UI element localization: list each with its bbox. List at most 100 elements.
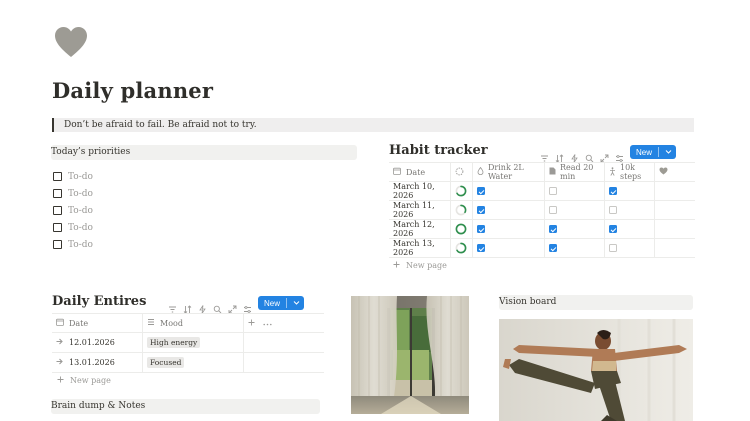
column-progress[interactable] xyxy=(451,163,473,181)
water-checkbox-cell[interactable] xyxy=(473,182,545,200)
column-steps[interactable]: 10k steps xyxy=(605,163,655,181)
date-cell[interactable]: March 11, 2026 xyxy=(389,201,451,219)
mood-tag[interactable]: Focused xyxy=(147,357,185,368)
water-checkbox[interactable] xyxy=(477,206,485,214)
steps-checkbox[interactable] xyxy=(609,206,617,214)
new-button-label[interactable]: New xyxy=(636,148,652,157)
favorite-cell[interactable] xyxy=(655,239,695,257)
read-checkbox-cell[interactable] xyxy=(545,201,605,219)
todo-checkbox[interactable] xyxy=(53,240,62,249)
new-button-label[interactable]: New xyxy=(264,299,280,308)
todo-item[interactable]: To-do xyxy=(53,219,93,236)
habit-tracker-title[interactable]: Habit tracker xyxy=(389,143,488,158)
todo-text[interactable]: To-do xyxy=(68,172,93,182)
favorite-cell[interactable] xyxy=(655,220,695,238)
entry-date[interactable]: 13.01.2026 xyxy=(69,358,115,367)
todo-item[interactable]: To-do xyxy=(53,185,93,202)
water-checkbox-cell[interactable] xyxy=(473,220,545,238)
read-checkbox[interactable] xyxy=(549,244,557,252)
heart-icon[interactable] xyxy=(54,26,88,58)
table-row[interactable]: March 13, 2026 xyxy=(389,239,695,258)
column-read-label[interactable]: Read 20 min xyxy=(560,163,604,181)
mood-tag[interactable]: High energy xyxy=(147,337,201,348)
read-checkbox-cell[interactable] xyxy=(545,220,605,238)
date-cell[interactable]: 12.01.2026 xyxy=(52,333,143,352)
steps-checkbox[interactable] xyxy=(609,244,617,252)
column-mood[interactable]: Mood xyxy=(143,314,244,332)
mood-cell[interactable]: High energy xyxy=(143,333,244,352)
date-cell[interactable]: March 10, 2026 xyxy=(389,182,451,200)
column-date[interactable]: Date xyxy=(389,163,451,181)
read-checkbox-cell[interactable] xyxy=(545,182,605,200)
date-cell[interactable]: March 13, 2026 xyxy=(389,239,451,257)
vision-board-header[interactable]: Vision board xyxy=(499,295,693,310)
more-options-icon[interactable] xyxy=(263,319,272,328)
plus-icon[interactable] xyxy=(248,319,255,328)
priorities-header[interactable]: Today’s priorities xyxy=(51,145,357,160)
search-icon[interactable] xyxy=(213,299,222,313)
favorite-cell[interactable] xyxy=(655,201,695,219)
column-steps-label[interactable]: 10k steps xyxy=(620,163,654,181)
page-title[interactable]: Daily planner xyxy=(52,78,213,103)
steps-checkbox[interactable] xyxy=(609,225,617,233)
quote-block[interactable]: Don’t be afraid to fail. Be afraid not t… xyxy=(52,118,694,132)
window-curtains-image[interactable] xyxy=(351,296,469,414)
search-icon[interactable] xyxy=(585,148,594,162)
column-water-label[interactable]: Drink 2L Water xyxy=(488,163,544,181)
habit-new-page-button[interactable]: New page xyxy=(393,261,447,270)
todo-item[interactable]: To-do xyxy=(53,202,93,219)
habit-new-button[interactable]: New xyxy=(630,145,677,159)
column-date-label[interactable]: Date xyxy=(406,168,425,177)
todo-text[interactable]: To-do xyxy=(68,189,93,199)
sort-icon[interactable] xyxy=(555,148,564,163)
todo-checkbox[interactable] xyxy=(53,189,62,198)
expand-icon[interactable] xyxy=(228,299,237,313)
water-checkbox-cell[interactable] xyxy=(473,239,545,257)
automation-icon[interactable] xyxy=(198,299,207,314)
todo-text[interactable]: To-do xyxy=(68,206,93,216)
favorite-cell[interactable] xyxy=(655,182,695,200)
read-checkbox[interactable] xyxy=(549,187,557,195)
todo-checkbox[interactable] xyxy=(53,172,62,181)
filter-icon[interactable] xyxy=(540,148,549,161)
column-date[interactable]: Date xyxy=(52,314,143,332)
column-favorite[interactable] xyxy=(655,163,695,181)
table-row[interactable]: 13.01.2026 Focused xyxy=(52,353,324,373)
settings-sliders-icon[interactable] xyxy=(615,148,624,162)
steps-checkbox[interactable] xyxy=(609,187,617,195)
steps-checkbox-cell[interactable] xyxy=(605,201,655,219)
new-page-label[interactable]: New page xyxy=(70,376,111,385)
column-water[interactable]: Drink 2L Water xyxy=(473,163,545,181)
entry-date[interactable]: 12.01.2026 xyxy=(69,338,115,347)
yoga-pose-image[interactable] xyxy=(499,319,693,421)
column-mood-label[interactable]: Mood xyxy=(160,319,183,328)
settings-sliders-icon[interactable] xyxy=(243,299,252,313)
todo-text[interactable]: To-do xyxy=(68,240,93,250)
water-checkbox[interactable] xyxy=(477,225,485,233)
read-checkbox[interactable] xyxy=(549,225,557,233)
todo-item[interactable]: To-do xyxy=(53,168,93,185)
entries-new-button[interactable]: New xyxy=(258,296,305,310)
steps-checkbox-cell[interactable] xyxy=(605,182,655,200)
expand-icon[interactable] xyxy=(600,148,609,162)
todo-text[interactable]: To-do xyxy=(68,223,93,233)
entries-new-page-button[interactable]: New page xyxy=(57,376,111,385)
automation-icon[interactable] xyxy=(570,148,579,163)
date-cell[interactable]: 13.01.2026 xyxy=(52,353,143,372)
read-checkbox[interactable] xyxy=(549,206,557,214)
read-checkbox-cell[interactable] xyxy=(545,239,605,257)
filter-icon[interactable] xyxy=(168,299,177,312)
column-read[interactable]: Read 20 min xyxy=(545,163,605,181)
steps-checkbox-cell[interactable] xyxy=(605,239,655,257)
water-checkbox-cell[interactable] xyxy=(473,201,545,219)
water-checkbox[interactable] xyxy=(477,244,485,252)
chevron-down-icon[interactable] xyxy=(293,299,300,308)
chevron-down-icon[interactable] xyxy=(665,148,672,157)
todo-checkbox[interactable] xyxy=(53,223,62,232)
table-row[interactable]: March 12, 2026 xyxy=(389,220,695,239)
brain-dump-header[interactable]: Brain dump & Notes xyxy=(51,399,320,414)
water-checkbox[interactable] xyxy=(477,187,485,195)
daily-entries-title[interactable]: Daily Entires xyxy=(52,294,146,309)
sort-icon[interactable] xyxy=(183,299,192,314)
table-row[interactable]: March 10, 2026 xyxy=(389,182,695,201)
